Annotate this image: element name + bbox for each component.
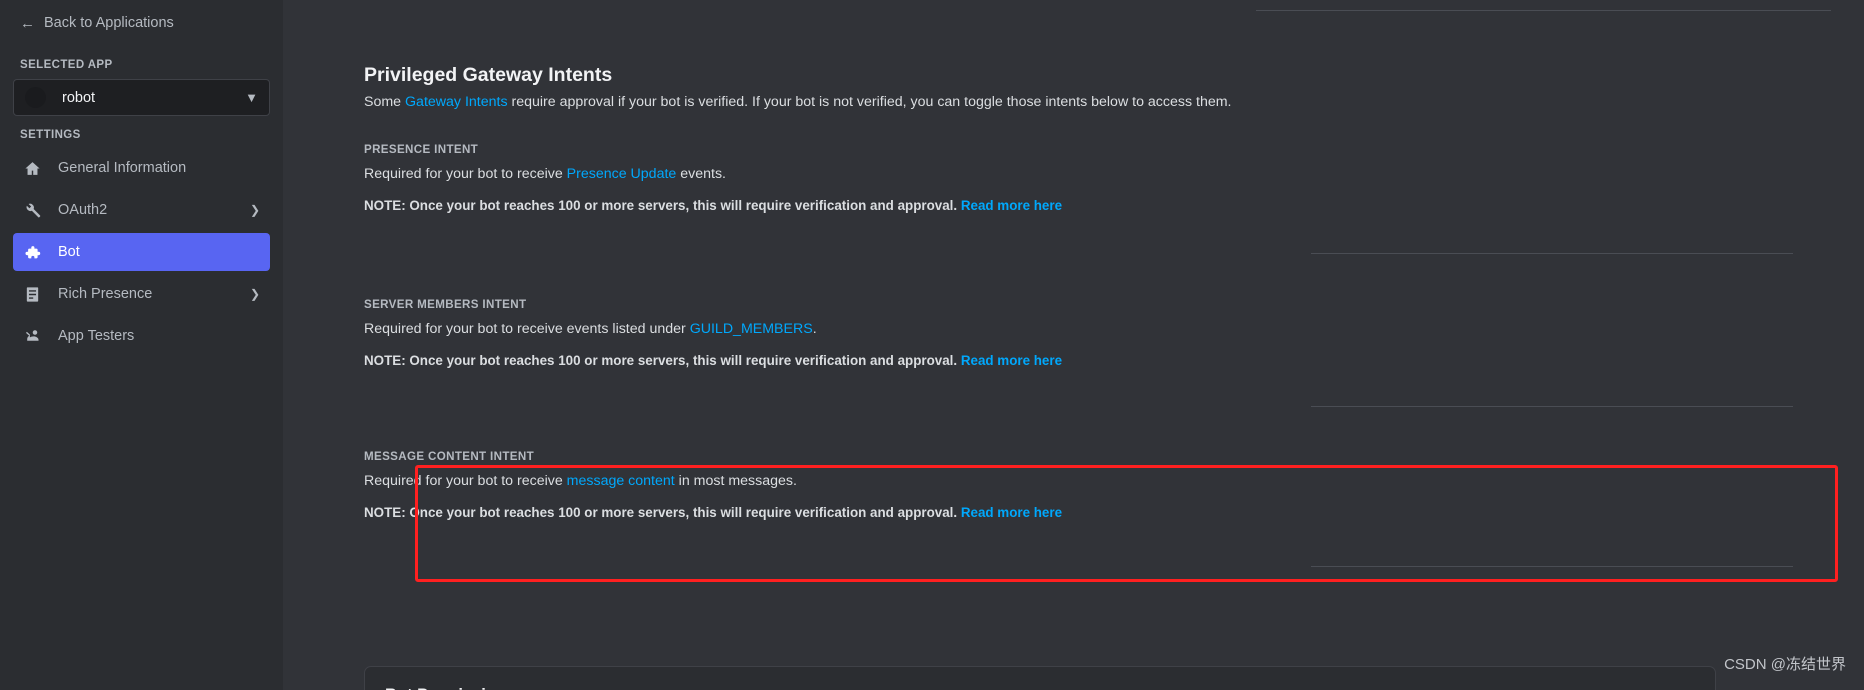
intent-block-server-members: SERVER MEMBERS INTENT Required for your …: [364, 298, 1864, 368]
read-more-here-link[interactable]: Read more here: [961, 198, 1062, 213]
intent-description: Required for your bot to receive Presenc…: [364, 166, 1864, 182]
intent-title: SERVER MEMBERS INTENT: [364, 298, 527, 311]
chevron-right-icon: ❯: [249, 287, 260, 301]
intent-note: NOTE: Once your bot reaches 100 or more …: [364, 505, 1864, 520]
document-icon: [21, 283, 43, 305]
bot-permissions-title: Bot Permissions: [385, 686, 515, 690]
page-description: Some Gateway Intents require approval if…: [364, 94, 1232, 110]
intent-block-presence: PRESENCE INTENT Required for your bot to…: [364, 143, 1864, 213]
intent-description: Required for your bot to receive events …: [364, 321, 1864, 337]
intent-title: MESSAGE CONTENT INTENT: [364, 450, 535, 463]
presence-update-link[interactable]: Presence Update: [567, 166, 677, 182]
section-divider: [1311, 253, 1793, 254]
sidebar-item-app-testers[interactable]: App Testers: [13, 317, 270, 355]
read-more-here-link[interactable]: Read more here: [961, 505, 1062, 520]
intent-note: NOTE: Once your bot reaches 100 or more …: [364, 198, 1864, 213]
intent-description-after: .: [812, 321, 817, 337]
arrow-left-icon: ←: [20, 14, 35, 32]
page-description-after: require approval if your bot is verified…: [507, 94, 1232, 110]
app-selector-value: robot: [62, 89, 96, 106]
read-more-here-link[interactable]: Read more here: [961, 353, 1062, 368]
bot-permissions-panel: Bot Permissions: [364, 666, 1716, 690]
intent-description-before: Required for your bot to receive: [364, 166, 567, 182]
main-content: Privileged Gateway Intents Some Gateway …: [283, 0, 1864, 690]
intent-description: Required for your bot to receive message…: [364, 473, 1864, 489]
sidebar-item-label: General Information: [58, 160, 187, 176]
chevron-down-icon: ▼: [245, 90, 258, 105]
intent-note: NOTE: Once your bot reaches 100 or more …: [364, 353, 1864, 368]
avatar: [25, 87, 46, 108]
home-icon: [21, 157, 43, 179]
person-icon: [21, 325, 43, 347]
page-title: Privileged Gateway Intents: [364, 64, 613, 86]
sidebar-item-oauth2[interactable]: OAuth2 ❯: [13, 191, 270, 229]
selected-app-heading: SELECTED APP: [20, 59, 113, 71]
puzzle-piece-icon: [21, 241, 43, 263]
intent-note-text: NOTE: Once your bot reaches 100 or more …: [364, 353, 961, 368]
sidebar-item-label: OAuth2: [58, 202, 108, 218]
section-divider: [1311, 406, 1793, 407]
app-selector-dropdown[interactable]: robot ▼: [13, 79, 270, 116]
sidebar: ← Back to Applications SELECTED APP robo…: [0, 0, 283, 690]
intent-block-message-content: MESSAGE CONTENT INTENT Required for your…: [364, 450, 1864, 520]
intent-description-before: Required for your bot to receive events …: [364, 321, 690, 337]
intent-description-after: events.: [676, 166, 726, 182]
top-divider: [1256, 10, 1831, 11]
back-to-applications-label: Back to Applications: [44, 15, 174, 31]
intent-description-before: Required for your bot to receive: [364, 473, 567, 489]
sidebar-item-label: App Testers: [58, 328, 135, 344]
sidebar-item-general-information[interactable]: General Information: [13, 149, 270, 187]
message-content-link[interactable]: message content: [567, 473, 675, 489]
intent-description-after: in most messages.: [674, 473, 797, 489]
intent-note-text: NOTE: Once your bot reaches 100 or more …: [364, 505, 961, 520]
intent-title: PRESENCE INTENT: [364, 143, 479, 156]
sidebar-item-bot[interactable]: Bot: [13, 233, 270, 271]
sidebar-item-rich-presence[interactable]: Rich Presence ❯: [13, 275, 270, 313]
page-description-before: Some: [364, 94, 406, 110]
sidebar-item-label: Rich Presence: [58, 286, 153, 302]
wrench-icon: [21, 199, 43, 221]
section-divider: [1311, 566, 1793, 567]
sidebar-item-label: Bot: [58, 244, 80, 260]
guild-members-link[interactable]: GUILD_MEMBERS: [690, 321, 813, 337]
chevron-right-icon: ❯: [249, 203, 260, 217]
back-to-applications-link[interactable]: ← Back to Applications: [13, 0, 270, 46]
intent-note-text: NOTE: Once your bot reaches 100 or more …: [364, 198, 961, 213]
watermark: CSDN @冻结世界: [1724, 656, 1846, 673]
settings-heading: SETTINGS: [20, 129, 81, 141]
gateway-intents-link[interactable]: Gateway Intents: [405, 94, 508, 110]
